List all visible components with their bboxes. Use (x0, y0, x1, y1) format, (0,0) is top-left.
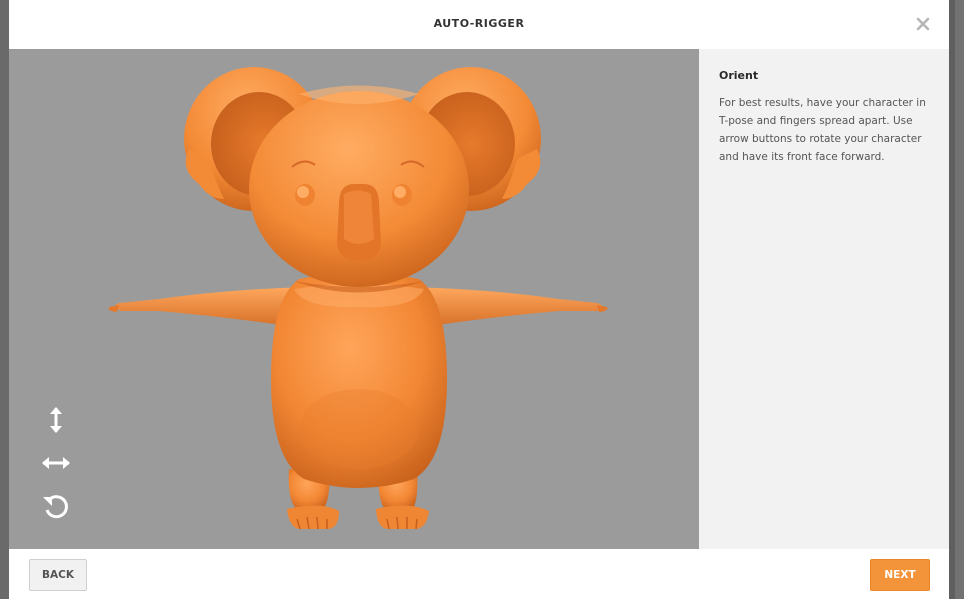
vertical-flip-button[interactable] (38, 402, 74, 438)
horizontal-flip-button[interactable] (38, 445, 74, 481)
rotate-icon (43, 495, 68, 519)
instructions-panel: Orient For best results, have your chara… (699, 49, 949, 549)
3d-viewport[interactable] (9, 49, 699, 549)
next-button[interactable]: NEXT (870, 559, 930, 591)
backdrop-right (955, 0, 964, 599)
close-icon (916, 17, 930, 31)
horizontal-arrows-icon (42, 457, 70, 469)
backdrop-left (0, 0, 9, 599)
panel-description: For best results, have your character in… (719, 97, 926, 163)
auto-rigger-modal: AUTO-RIGGER Orient For best results, hav… (9, 0, 949, 599)
close-button[interactable] (915, 16, 931, 32)
rotate-button[interactable] (38, 488, 74, 524)
vertical-arrows-icon (50, 407, 62, 433)
modal-title: AUTO-RIGGER (433, 17, 525, 30)
modal-header: AUTO-RIGGER (9, 0, 949, 49)
panel-title: Orient (719, 69, 759, 82)
koala-model (108, 67, 608, 530)
modal-footer: BACK NEXT (9, 549, 949, 599)
back-button[interactable]: BACK (29, 559, 87, 591)
